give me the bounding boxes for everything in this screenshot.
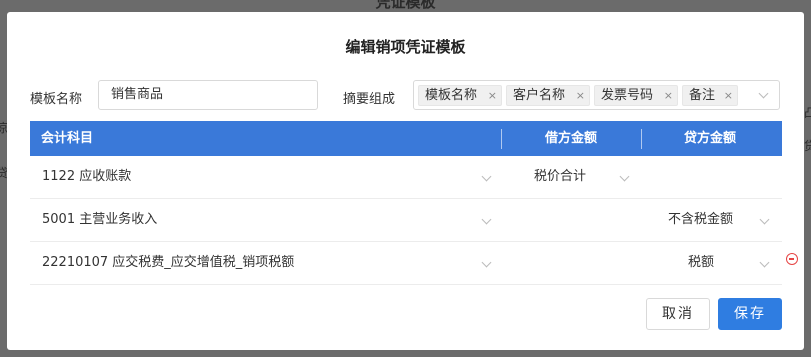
tag-remove-icon[interactable]: × [664,86,673,105]
summary-label: 摘要组成 [343,92,396,107]
save-button[interactable]: 保存 [718,298,782,330]
tag-remove-icon[interactable]: × [488,86,497,105]
remove-row-icon[interactable] [786,253,798,265]
template-name-label: 模板名称 [30,92,83,107]
chevron-down-icon [481,257,492,268]
table-row: 1122 应收账款 税价合计 [30,156,782,199]
chevron-down-icon [481,171,492,182]
credit-amount-select[interactable]: 不含税金额 [668,199,733,241]
column-divider [641,129,642,149]
chevron-down-icon [758,88,769,99]
template-name-input[interactable]: 销售商品 [98,80,318,110]
summary-tag: 模板名称 × [418,85,502,106]
summary-tag-label: 客户名称 [513,88,566,103]
summary-tag-select[interactable]: 模板名称 × 客户名称 × 发票号码 × 备注 × [413,80,780,110]
chevron-down-icon [481,214,492,225]
summary-tag: 发票号码 × [594,85,678,106]
debit-amount-select[interactable]: 税价合计 [534,156,586,198]
chevron-down-icon [759,214,770,225]
column-divider [501,129,502,149]
cancel-button[interactable]: 取消 [646,298,710,330]
summary-tag-label: 发票号码 [601,88,654,103]
credit-amount-select[interactable]: 税额 [688,242,714,284]
summary-tag: 备注 × [682,85,738,106]
column-header-debit: 借方金额 [545,131,598,146]
summary-tag-label: 模板名称 [425,88,478,103]
chevron-down-icon [759,257,770,268]
account-select[interactable]: 22210107 应交税费_应交增值税_销项税额 [42,242,294,284]
account-select[interactable]: 1122 应收账款 [42,156,131,198]
summary-tag: 客户名称 × [506,85,590,106]
chevron-down-icon [619,171,630,182]
tag-remove-icon[interactable]: × [576,86,585,105]
summary-tag-label: 备注 [689,88,716,103]
table-row: 22210107 应交税费_应交增值税_销项税额 税额 [30,242,782,285]
tag-remove-icon[interactable]: × [724,86,733,105]
column-header-credit: 贷方金额 [684,131,737,146]
account-select[interactable]: 5001 主营业务收入 [42,199,157,241]
background-edge-text: 贷 [804,139,811,153]
background-page-title: 凭证模板 [375,0,436,11]
table-row: 5001 主营业务收入 不含税金额 [30,199,782,242]
background-edge-text: 凸 [804,106,811,120]
edit-voucher-template-dialog: 编辑销项凭证模板 模板名称 销售商品 摘要组成 模板名称 × 客户名称 × 发票… [7,12,804,350]
table-header: 会计科目 借方金额 贷方金额 [30,121,782,156]
column-header-account: 会计科目 [41,131,94,146]
dialog-title: 编辑销项凭证模板 [345,38,466,56]
